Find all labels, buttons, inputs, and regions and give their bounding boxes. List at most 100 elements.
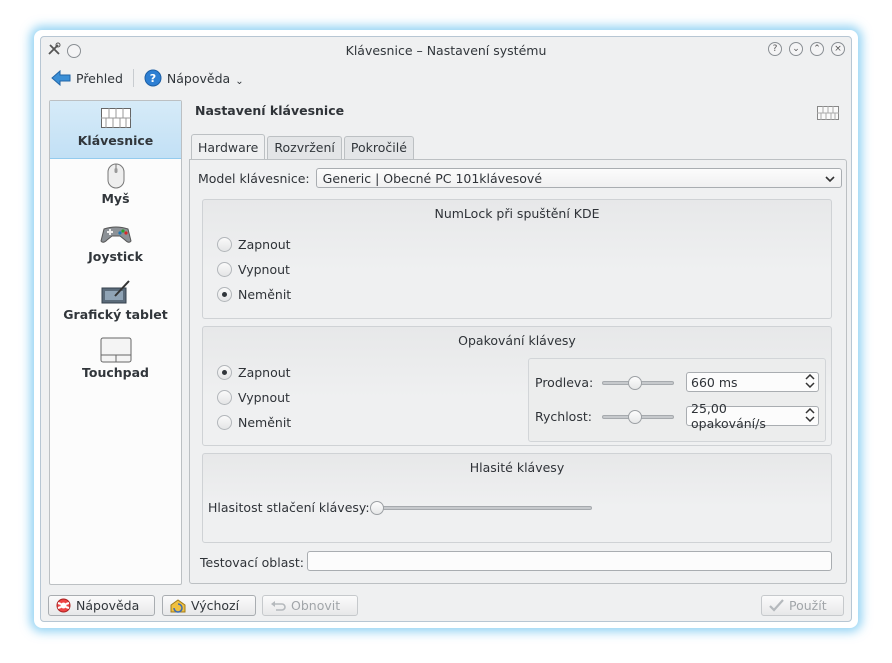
sidebar-item-touchpad[interactable]: Touchpad xyxy=(50,333,181,391)
sidebar-label-keyboard: Klávesnice xyxy=(77,133,154,148)
apply-button-label: Použít xyxy=(789,598,827,613)
test-area-label: Testovací oblast: xyxy=(200,555,304,570)
radio-label: Neměnit xyxy=(238,415,292,430)
toolbar: Přehled ? Nápověda ⌄ xyxy=(41,65,851,91)
checkmark-icon xyxy=(769,599,784,612)
tab-hardware[interactable]: Hardware xyxy=(191,134,266,159)
defaults-icon xyxy=(170,598,186,613)
model-combo[interactable]: Generic | Obecné PC 101klávesové xyxy=(315,168,842,188)
hardware-tab-pane: Model klávesnice: Generic | Obecné PC 10… xyxy=(189,159,847,584)
repeat-settings-panel: Prodleva: 660 ms Rychlost: 25,00 opaková… xyxy=(528,358,826,442)
slider-handle[interactable] xyxy=(370,501,384,515)
sidebar-label-mouse: Myš xyxy=(101,191,130,206)
radio-label: Zapnout xyxy=(238,237,291,252)
tablet-icon xyxy=(101,280,130,304)
reset-button-label: Obnovit xyxy=(291,598,341,613)
back-arrow-icon xyxy=(51,70,71,86)
page-title: Nastavení klávesnice xyxy=(195,103,345,118)
sidebar-label-touchpad: Touchpad xyxy=(82,365,149,380)
reset-button[interactable]: Obnovit xyxy=(262,595,358,616)
repeat-off-radio[interactable]: Vypnout xyxy=(217,390,290,405)
rate-slider[interactable] xyxy=(602,410,674,424)
delay-value: 660 ms xyxy=(691,374,738,390)
test-area-input[interactable] xyxy=(307,551,832,571)
slider-track xyxy=(370,506,592,510)
undo-icon xyxy=(271,600,286,611)
tab-layout[interactable]: Rozvržení xyxy=(267,136,342,159)
slider-handle[interactable] xyxy=(628,410,643,424)
radio-label: Zapnout xyxy=(238,365,291,380)
rate-label: Rychlost: xyxy=(535,409,592,424)
sidebar-item-mouse[interactable]: Myš xyxy=(50,159,181,217)
click-volume-label: Hlasitost stlačení klávesy: xyxy=(208,500,370,515)
radio-label: Vypnout xyxy=(238,262,290,277)
key-click-title: Hlasité klávesy xyxy=(469,460,565,475)
toolbar-separator xyxy=(132,69,134,87)
chevron-down-icon: ⌄ xyxy=(235,75,244,87)
numlock-off-radio[interactable]: Vypnout xyxy=(217,262,290,277)
model-row: Model klávesnice: Generic | Obecné PC 10… xyxy=(198,168,842,188)
radio-indicator xyxy=(217,287,232,302)
radio-indicator xyxy=(217,390,232,405)
keyboard-icon xyxy=(100,108,131,128)
delay-slider[interactable] xyxy=(602,376,674,390)
sidebar-label-joystick: Joystick xyxy=(88,249,143,264)
sidebar-item-keyboard[interactable]: Klávesnice xyxy=(50,101,181,159)
numlock-title: NumLock při spuštění KDE xyxy=(434,206,600,221)
overview-button[interactable]: Přehled xyxy=(47,68,127,88)
sidebar-item-joystick[interactable]: Joystick xyxy=(50,217,181,275)
help-button[interactable]: Nápověda xyxy=(48,595,155,616)
numlock-on-radio[interactable]: Zapnout xyxy=(217,237,291,252)
close-button[interactable]: × xyxy=(831,42,845,56)
touchpad-icon xyxy=(100,337,131,363)
defaults-button-label: Výchozí xyxy=(191,598,240,613)
radio-indicator xyxy=(217,365,232,380)
settings-window: Klávesnice – Nastavení systému ? ⌄ ⌃ × P… xyxy=(40,36,852,622)
tab-advanced[interactable]: Pokročilé xyxy=(343,136,414,159)
model-label: Model klávesnice: xyxy=(198,170,310,186)
radio-label: Vypnout xyxy=(238,390,290,405)
gamepad-icon xyxy=(99,226,132,243)
click-volume-slider[interactable] xyxy=(370,501,592,515)
numlock-group: NumLock při spuštění KDE Zapnout Vypnout… xyxy=(202,199,832,319)
model-value: Generic | Obecné PC 101klávesové xyxy=(322,170,543,186)
help-icon: ? xyxy=(144,69,162,87)
radio-indicator xyxy=(217,237,232,252)
title-bar: Klávesnice – Nastavení systému ? ⌄ ⌃ × xyxy=(41,37,851,63)
maximize-button[interactable]: ⌃ xyxy=(810,42,824,56)
rate-spinbox[interactable]: 25,00 opakování/s xyxy=(686,401,819,431)
delay-spinbox[interactable]: 660 ms xyxy=(686,372,819,392)
keyboard-header-icon xyxy=(817,106,839,123)
svg-text:?: ? xyxy=(150,72,156,85)
spin-arrows-icon[interactable] xyxy=(805,373,815,391)
slider-handle[interactable] xyxy=(628,376,643,390)
defaults-button[interactable]: Výchozí xyxy=(162,595,256,616)
repeat-unchanged-radio[interactable]: Neměnit xyxy=(217,415,291,430)
help-menu-button[interactable]: ? Nápověda ⌄ xyxy=(140,67,248,89)
mouse-icon xyxy=(107,163,124,189)
radio-label: Neměnit xyxy=(238,287,292,302)
repeat-on-radio[interactable]: Zapnout xyxy=(217,365,291,380)
window-title: Klávesnice – Nastavení systému xyxy=(345,43,547,58)
sidebar-label-tablet: Grafický tablet xyxy=(63,307,168,322)
category-sidebar: Klávesnice Myš Joystick Grafický tablet … xyxy=(49,100,182,585)
help-label: Nápověda xyxy=(166,70,231,86)
radio-indicator xyxy=(217,262,232,277)
overview-label: Přehled xyxy=(76,70,123,86)
dialog-button-bar: Nápověda Výchozí Obnovit Použít xyxy=(41,587,851,621)
key-repeat-group: Opakování klávesy Zapnout Vypnout Neměni… xyxy=(202,326,832,446)
apply-button[interactable]: Použít xyxy=(761,595,844,616)
help-button-label: Nápověda xyxy=(76,598,140,613)
sidebar-item-tablet[interactable]: Grafický tablet xyxy=(50,275,181,333)
tab-bar: Hardware Rozvržení Pokročilé xyxy=(191,134,414,159)
lifebuoy-icon xyxy=(56,598,71,613)
key-click-group: Hlasité klávesy Hlasitost stlačení kláve… xyxy=(202,453,832,543)
key-repeat-title: Opakování klávesy xyxy=(458,333,576,348)
spin-arrows-icon[interactable] xyxy=(805,407,815,425)
radio-indicator xyxy=(217,415,232,430)
chevron-down-icon xyxy=(825,171,835,186)
help-title-button[interactable]: ? xyxy=(768,42,782,56)
rate-value: 25,00 opakování/s xyxy=(691,401,766,431)
minimize-button[interactable]: ⌄ xyxy=(789,42,803,56)
numlock-unchanged-radio[interactable]: Neměnit xyxy=(217,287,291,302)
